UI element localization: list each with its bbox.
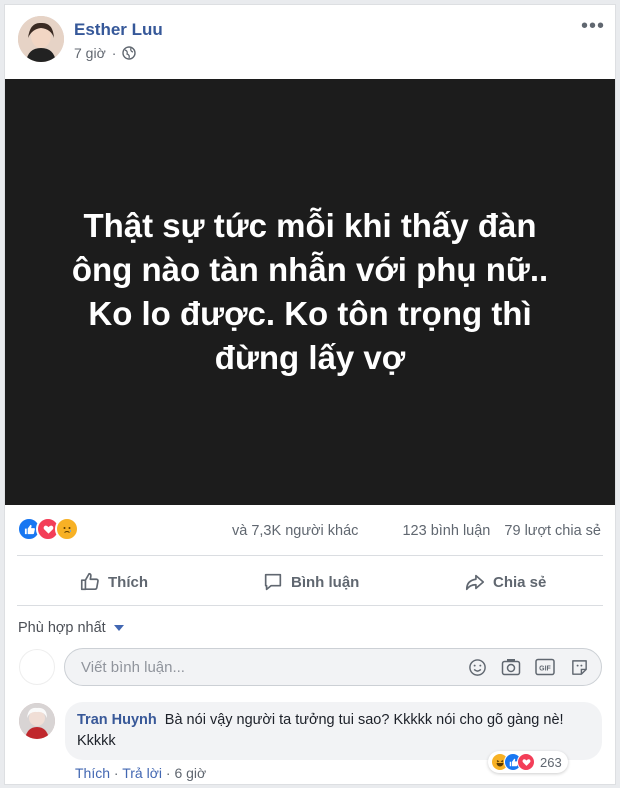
love-reaction-icon [517, 753, 535, 771]
comment-actions: Thích · Trả lời · 6 giờ [75, 765, 207, 781]
author-avatar[interactable] [18, 16, 64, 62]
post-time[interactable]: 7 giờ [74, 45, 106, 61]
commenter-avatar[interactable] [19, 703, 55, 739]
comment-reactions[interactable]: 263 [488, 751, 568, 773]
comment-reaction-count: 263 [540, 754, 562, 770]
reaction-icons[interactable] [17, 517, 79, 541]
speech-bubble-icon [264, 573, 282, 591]
camera-icon[interactable] [501, 657, 521, 677]
post-text: Thật sự tức mỗi khi thấy đàn ông nào tàn… [71, 207, 549, 376]
comment-like-link[interactable]: Thích [75, 765, 110, 781]
comment-input[interactable] [79, 658, 443, 677]
current-user-avatar[interactable] [19, 649, 55, 685]
share-count[interactable]: 79 lượt chia sẻ [504, 523, 601, 539]
comment-time[interactable]: 6 giờ [174, 765, 206, 781]
share-arrow-icon [465, 574, 485, 591]
post-text-image[interactable]: Thật sự tức mỗi khi thấy đàn ông nào tàn… [5, 79, 615, 505]
commenter-name[interactable]: Tran Huynh [77, 712, 157, 728]
gif-icon[interactable]: GIF [535, 657, 555, 677]
comment-button[interactable]: Bình luận [262, 571, 359, 593]
sad-reaction-icon [55, 517, 79, 541]
comment-label: Bình luận [291, 573, 360, 591]
emoji-icon[interactable] [467, 657, 487, 677]
comment-reply-link[interactable]: Trả lời [122, 765, 162, 781]
sticker-icon[interactable] [569, 657, 589, 677]
caret-down-icon [113, 625, 124, 631]
sort-label: Phù hợp nhất [18, 620, 106, 636]
post-card: Esther Luu 7 giờ · ••• Thật sự tức mỗi k… [4, 4, 616, 785]
share-label: Chia sẻ [493, 573, 547, 591]
like-button[interactable]: Thích [79, 571, 148, 593]
svg-text:GIF: GIF [539, 666, 551, 673]
engagement-counts: 123 bình luận 79 lượt chia sẻ [392, 523, 601, 539]
comment-count[interactable]: 123 bình luận [402, 523, 490, 539]
divider [17, 555, 603, 556]
share-button[interactable]: Chia sẻ [464, 571, 546, 593]
author-name[interactable]: Esther Luu [74, 20, 163, 40]
reaction-others[interactable]: và 7,3K người khác [232, 523, 358, 539]
globe-icon[interactable] [122, 46, 137, 60]
divider [17, 605, 603, 606]
post-meta: 7 giờ · [74, 45, 137, 61]
more-options-icon[interactable]: ••• [581, 16, 605, 36]
like-label: Thích [108, 573, 148, 591]
comment-sort-dropdown[interactable]: Phù hợp nhất [18, 620, 124, 636]
thumbs-up-icon [80, 572, 99, 591]
comment-box[interactable]: GIF [64, 648, 602, 686]
